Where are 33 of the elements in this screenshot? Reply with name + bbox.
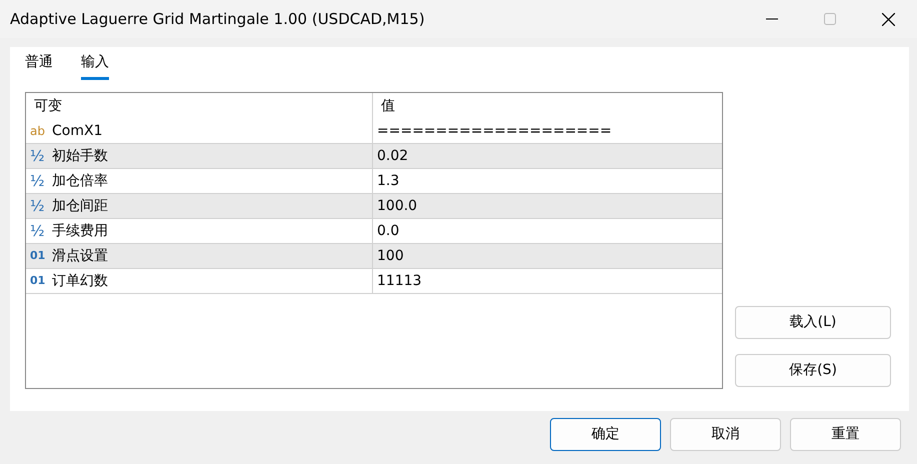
- parameter-name: 滑点设置: [52, 246, 108, 266]
- dialog-button[interactable]: 确定: [550, 418, 661, 451]
- type-icon: 01: [30, 248, 52, 264]
- window-title: Adaptive Laguerre Grid Martingale 1.00 (USDCAD,M15): [10, 8, 426, 30]
- close-icon: [882, 12, 894, 26]
- parameter-value[interactable]: 0.02: [377, 148, 408, 164]
- parameter-value[interactable]: ====================: [377, 122, 612, 138]
- parameter-value[interactable]: 11113: [377, 272, 422, 288]
- parameter-name: ComX1: [52, 122, 102, 140]
- type-icon: ab: [30, 122, 52, 140]
- type-icon: ½: [30, 144, 52, 168]
- parameter-name: 手续费用: [52, 222, 108, 240]
- type-icon: 01: [30, 272, 52, 290]
- side-button[interactable]: 保存(S): [735, 354, 891, 387]
- parameter-name: 初始手数: [52, 146, 108, 166]
- side-button[interactable]: 载入(L): [735, 306, 891, 339]
- dialog-button[interactable]: 取消: [670, 418, 781, 451]
- parameter-value[interactable]: 0.0: [377, 222, 400, 238]
- tab[interactable]: 输入: [81, 52, 109, 80]
- type-icon: ½: [30, 220, 52, 242]
- tab[interactable]: 普通: [25, 52, 53, 80]
- type-icon: ½: [30, 170, 52, 192]
- parameter-name: 加仓间距: [52, 196, 108, 216]
- parameter-value[interactable]: 1.3: [377, 172, 400, 188]
- parameter-name: 订单幻数: [52, 272, 108, 290]
- parameter-value[interactable]: 100: [377, 248, 404, 264]
- column-header: 可变: [34, 96, 62, 116]
- parameter-value[interactable]: 100.0: [377, 198, 418, 214]
- maximize-icon: [824, 13, 836, 25]
- dialog-button[interactable]: 重置: [790, 418, 901, 451]
- column-header: 值: [381, 98, 395, 114]
- type-icon: ½: [30, 194, 52, 218]
- parameter-name: 加仓倍率: [52, 172, 108, 190]
